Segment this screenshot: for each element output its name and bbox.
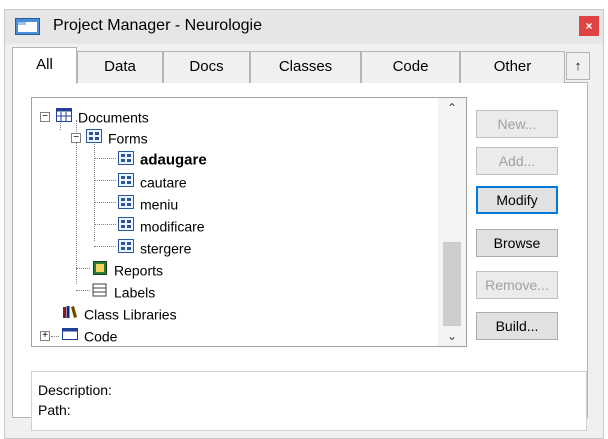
remove-button[interactable]: Remove...: [476, 271, 558, 299]
documents-collapse-toggle[interactable]: −: [40, 112, 50, 122]
project-tree[interactable]: − Documents − Forms adaugare cautare men…: [31, 97, 467, 347]
modify-button[interactable]: Modify: [476, 186, 558, 214]
forms-collapse-toggle[interactable]: −: [71, 133, 81, 143]
tree-node-class-libraries[interactable]: Class Libraries: [62, 303, 177, 325]
tree-form-adaugare[interactable]: adaugare: [118, 149, 207, 171]
documents-icon: [56, 107, 72, 127]
form-group-icon: [86, 128, 102, 148]
tab-docs[interactable]: Docs: [163, 51, 250, 83]
browse-button[interactable]: Browse: [476, 229, 558, 257]
description-label: Description:: [38, 382, 112, 398]
tab-other[interactable]: Other: [460, 51, 565, 83]
label-icon: [92, 282, 108, 302]
tree-node-forms[interactable]: Forms: [86, 127, 148, 149]
tab-classes[interactable]: Classes: [250, 51, 361, 83]
tree-node-code[interactable]: Code: [62, 325, 117, 346]
build-button[interactable]: Build...: [476, 312, 558, 340]
tab-all[interactable]: All: [12, 47, 77, 84]
scroll-down-icon[interactable]: ⌄: [438, 326, 466, 346]
code-expand-toggle[interactable]: +: [40, 331, 50, 341]
tree-form-meniu[interactable]: meniu: [118, 193, 178, 215]
tree-node-documents[interactable]: Documents: [56, 106, 149, 128]
form-icon: [118, 238, 134, 258]
form-icon: [118, 216, 134, 236]
form-icon: [118, 172, 134, 192]
tree-form-modificare[interactable]: modificare: [118, 215, 205, 237]
tab-scroll-button[interactable]: ↑: [566, 52, 590, 80]
project-manager-icon: [15, 18, 41, 39]
add-button[interactable]: Add...: [476, 147, 558, 175]
class-library-icon: [62, 304, 78, 324]
code-icon: [62, 326, 78, 346]
form-icon: [118, 194, 134, 214]
tab-data[interactable]: Data: [77, 51, 163, 83]
path-label: Path:: [38, 402, 71, 418]
tab-code[interactable]: Code: [361, 51, 460, 83]
form-icon: [118, 150, 134, 170]
close-button[interactable]: ×: [579, 16, 599, 36]
tree-form-stergere[interactable]: stergere: [118, 237, 191, 259]
tree-scrollbar[interactable]: ⌃ ⌄: [438, 98, 466, 346]
new-button[interactable]: New...: [476, 110, 558, 138]
tree-form-cautare[interactable]: cautare: [118, 171, 187, 193]
tree-node-reports[interactable]: Reports: [92, 259, 163, 281]
tree-node-labels[interactable]: Labels: [92, 281, 155, 303]
scroll-thumb[interactable]: [443, 242, 461, 326]
title-bar[interactable]: Project Manager - Neurologie ×: [5, 10, 603, 44]
scroll-up-icon[interactable]: ⌃: [438, 98, 466, 118]
report-icon: [92, 260, 108, 280]
window-title: Project Manager - Neurologie: [53, 17, 262, 34]
details-panel: Description: Path:: [31, 371, 587, 431]
